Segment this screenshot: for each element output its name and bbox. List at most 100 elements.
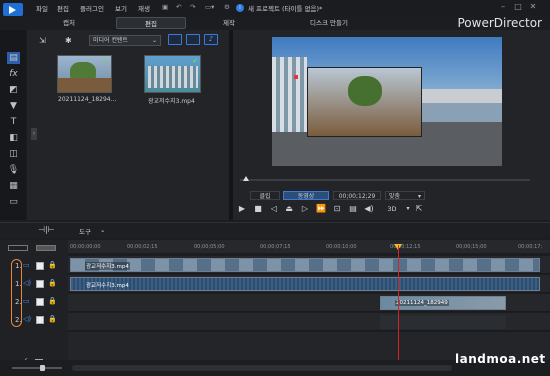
lock-icon[interactable]: 🔒: [48, 279, 57, 287]
clip-mode-button[interactable]: 클립: [250, 191, 280, 200]
menu-play[interactable]: 재생: [138, 3, 150, 13]
snapshot-icon[interactable]: ⊡: [332, 204, 342, 214]
lock-icon[interactable]: 🔒: [48, 261, 57, 269]
menu-edit[interactable]: 편집: [57, 3, 69, 13]
media-thumbnail-2[interactable]: ✔: [144, 55, 201, 93]
playhead-line[interactable]: [398, 245, 399, 371]
track-height-icon[interactable]: [36, 245, 56, 251]
voice-record-icon[interactable]: 🎙: [7, 164, 20, 176]
layout-icon[interactable]: ▭▾: [205, 3, 214, 11]
ruler-tick: 00;00;02;15: [127, 244, 158, 250]
audio-track-1: 광교저수지3.mp4: [68, 275, 550, 293]
media-thumbnail-1[interactable]: ✔: [57, 55, 112, 93]
playhead-jump-icon[interactable]: ⏏: [284, 204, 294, 214]
plugin-icon[interactable]: ✱: [65, 36, 72, 45]
tools-menu[interactable]: 도구: [79, 226, 91, 236]
audio-mix-icon[interactable]: ◫: [7, 148, 20, 160]
audio-filter-icon[interactable]: ♪: [204, 34, 218, 45]
lock-icon[interactable]: 🔒: [48, 297, 57, 305]
zoom-slider-handle[interactable]: [40, 365, 45, 371]
play-icon[interactable]: ▶: [237, 204, 247, 214]
close-button[interactable]: ✕: [527, 2, 539, 12]
video-filter-icon[interactable]: [168, 34, 182, 45]
video-track-1: 광교저수지3.mp4: [68, 256, 550, 274]
image-filter-icon[interactable]: [186, 34, 200, 45]
horizontal-scrollbar[interactable]: [72, 365, 452, 371]
fit-label: 맞춤: [389, 193, 401, 200]
fx-room-icon[interactable]: fx: [7, 68, 20, 80]
particle-room-icon[interactable]: ▼: [7, 100, 20, 112]
timeline-clip[interactable]: 광교저수지3.mp4: [70, 258, 540, 272]
zoom-slider[interactable]: [12, 367, 62, 369]
tab-edit[interactable]: 편집: [116, 17, 186, 29]
video-track-icon: ▭: [23, 261, 30, 269]
track-enable-checkbox[interactable]: [36, 262, 44, 270]
undo-icon[interactable]: ↶: [176, 3, 181, 11]
media-room-icon[interactable]: ▤: [7, 52, 20, 64]
video-track-icon: ▭: [23, 297, 30, 305]
split-icon[interactable]: ⊣|⊢: [38, 225, 55, 234]
preview-video: [272, 37, 502, 166]
track-manager-icon[interactable]: [8, 245, 28, 251]
info-icon[interactable]: i: [236, 4, 244, 12]
title-room-icon[interactable]: T: [7, 116, 20, 128]
scrubber-handle-icon[interactable]: [243, 176, 249, 181]
pip-room-icon[interactable]: ◩: [7, 84, 20, 96]
media-caption-1: 20211124_18294...: [58, 96, 117, 103]
menu-view[interactable]: 보기: [115, 3, 127, 13]
track-enable-checkbox[interactable]: [36, 298, 44, 306]
save-icon[interactable]: ▣: [162, 3, 168, 11]
ruler-tick: 00;00;10;00: [326, 244, 357, 250]
subtitle-icon[interactable]: ▤: [348, 204, 358, 214]
minimize-button[interactable]: –: [497, 2, 509, 12]
watermark: landmoa.net: [455, 352, 546, 366]
stop-icon[interactable]: ■: [253, 204, 263, 214]
undock-icon[interactable]: ⇱: [414, 204, 424, 214]
audio-track-2: [68, 313, 550, 331]
volume-icon[interactable]: ◀): [364, 204, 374, 214]
zoom-fit-dropdown[interactable]: 맞춤 ▾: [385, 191, 425, 200]
panel-collapse-handle[interactable]: ›: [31, 128, 37, 140]
track-enable-checkbox[interactable]: [36, 280, 44, 288]
tab-produce[interactable]: 제작: [194, 17, 264, 29]
next-frame-icon[interactable]: ▷: [300, 204, 310, 214]
ruler-tick: 00;00;15;00: [456, 244, 487, 250]
table-shape: [58, 78, 111, 92]
tab-capture[interactable]: 캡처: [34, 17, 104, 29]
audio-track-icon: ◁): [23, 315, 32, 323]
library-filter-dropdown[interactable]: 미디어 컨텐트 ⌄: [89, 35, 161, 46]
track-enable-checkbox[interactable]: [36, 316, 44, 324]
room-toolbar: ▤ fx ◩ ▼ T ◧ ◫ 🎙 ▦ ▭: [0, 30, 26, 220]
bridge-shape: [422, 89, 502, 103]
prev-frame-icon[interactable]: ◁: [269, 204, 279, 214]
media-library: ⇲ ✱ 미디어 컨텐트 ⌄ ♪ ✔ 20211124_18294... ✔ 광교저…: [27, 30, 230, 220]
tab-create-disc[interactable]: 디스크 만들기: [274, 17, 384, 29]
lock-icon[interactable]: 🔒: [48, 315, 57, 323]
chevron-down-icon[interactable]: ▾: [403, 204, 413, 214]
clip-label: 광교저수지3.mp4: [86, 283, 129, 289]
redo-icon[interactable]: ↷: [190, 3, 195, 11]
project-title: 새 프로젝트 (타이틀 없음)*: [248, 5, 323, 13]
app-logo-icon: [3, 3, 23, 16]
check-icon: ✔: [103, 57, 109, 65]
dropdown-label: 미디어 컨텐트: [93, 37, 129, 44]
preview-scrubber[interactable]: [240, 179, 530, 181]
transition-room-icon[interactable]: ◧: [7, 132, 20, 144]
movie-mode-button[interactable]: 동영상: [283, 191, 329, 200]
chapter-room-icon[interactable]: ▦: [7, 180, 20, 192]
timecode-display[interactable]: 00;00;12;29: [333, 191, 381, 200]
ruler-tick: 00;00;00;00: [70, 244, 101, 250]
menu-file[interactable]: 파일: [36, 3, 48, 13]
chevron-down-icon[interactable]: ⌄: [100, 226, 105, 234]
menu-plugin[interactable]: 플러그인: [80, 3, 104, 13]
brand-label: PowerDirector: [457, 16, 543, 30]
import-icon[interactable]: ⇲: [39, 36, 46, 45]
maximize-button[interactable]: □: [512, 2, 524, 12]
video-track-2: 20211124_182949: [68, 294, 550, 312]
check-icon: ✔: [192, 57, 198, 65]
timeline-audio-clip[interactable]: 광교저수지3.mp4: [70, 277, 540, 291]
subtitle-room-icon[interactable]: ▭: [7, 196, 20, 208]
gear-icon[interactable]: ⚙: [224, 3, 230, 11]
3d-mode-button[interactable]: 3D: [382, 204, 402, 214]
fast-forward-icon[interactable]: ⏩: [316, 204, 326, 214]
